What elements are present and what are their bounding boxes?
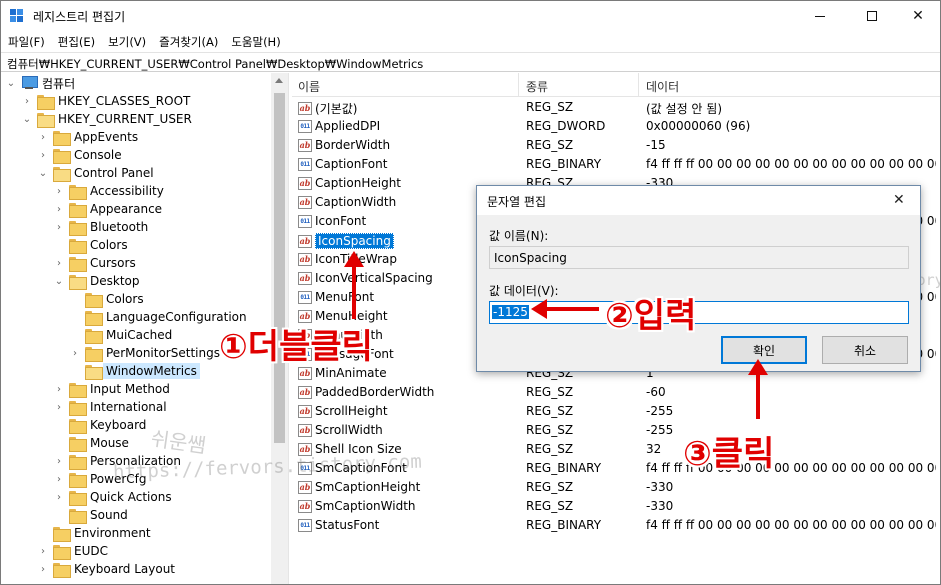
annotation-step-1: ①더블클릭 <box>219 327 373 367</box>
annotation-step-2: ②입력 <box>605 296 697 336</box>
annotation-arrow-up-3 <box>748 359 768 419</box>
annotation-arrow-left-2 <box>531 299 599 319</box>
annotation-arrow-up-1 <box>344 251 364 319</box>
annotation-arrows <box>344 251 768 419</box>
annotation-step-3: ③클릭 <box>683 434 775 474</box>
registry-editor-window: 레지스트리 편집기 ✕ 파일(F) 편집(E) 보기(V) 즐겨찾기(A) 도움말(H)… <box>0 0 941 585</box>
